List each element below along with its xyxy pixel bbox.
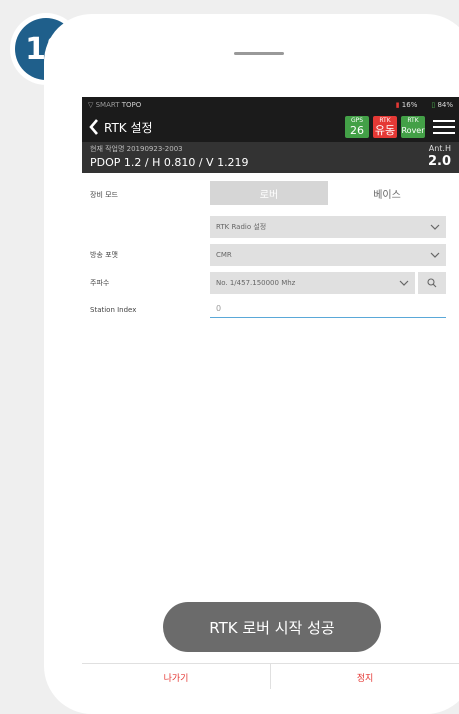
success-toast: RTK 로버 시작 성공 xyxy=(163,602,381,652)
gps-badge[interactable]: GPS 26 xyxy=(345,116,369,138)
info-bar: 현재 작업명 20190923-2003 PDOP 1.2 / H 0.810 … xyxy=(82,142,459,173)
format-value: CMR xyxy=(216,251,232,259)
mode-segmented-control: 로버 베이스 xyxy=(210,181,446,205)
mode-rover-button[interactable]: 로버 xyxy=(210,181,328,205)
status-app-title: TOPO xyxy=(121,100,142,109)
phone-speaker xyxy=(234,52,284,55)
search-icon xyxy=(427,278,437,288)
back-arrow-icon[interactable] xyxy=(86,117,102,137)
mode-label: 장비 모드 xyxy=(90,191,118,199)
frequency-dropdown[interactable]: No. 1/457.150000 Mhz xyxy=(210,272,415,294)
frequency-value: No. 1/457.150000 Mhz xyxy=(216,279,296,287)
battery-icon: ▯ xyxy=(431,100,436,109)
antenna-height-value: 2.0 xyxy=(427,154,451,169)
rtk-status-badge[interactable]: RTK 유동 xyxy=(373,116,397,138)
signal-icon: ▽ xyxy=(88,100,96,109)
station-index-input[interactable]: 0 xyxy=(210,300,446,318)
bottom-action-bar: 나가기 정지 xyxy=(82,663,459,689)
antenna-height-label: Ant.H xyxy=(428,144,451,153)
radio-setting-dropdown[interactable]: RTK Radio 설정 xyxy=(210,216,446,238)
battery2-text: 84% xyxy=(437,100,453,109)
exit-button[interactable]: 나가기 xyxy=(82,664,271,689)
status-bar: ▽ SMART TOPO ▮ 16% ▯ 84% xyxy=(82,97,459,112)
gps-badge-value: 26 xyxy=(350,124,364,137)
status-battery-1: ▮ 16% xyxy=(396,101,418,109)
frequency-label: 주파수 xyxy=(90,279,110,287)
chevron-down-icon xyxy=(430,250,440,260)
rtk-mode-label: RTK xyxy=(407,117,419,124)
toolbar: RTK 설정 GPS 26 RTK 유동 RTK Rover xyxy=(82,112,459,142)
format-label: 방송 포맷 xyxy=(90,251,118,259)
battery-low-icon: ▮ xyxy=(395,100,400,109)
status-battery-2: ▯ 84% xyxy=(431,101,453,109)
format-dropdown[interactable]: CMR xyxy=(210,244,446,266)
hamburger-menu-icon[interactable] xyxy=(433,116,455,138)
job-name: 현재 작업명 20190923-2003 xyxy=(90,145,183,153)
page-title: RTK 설정 xyxy=(104,120,153,135)
stop-button[interactable]: 정지 xyxy=(271,664,459,689)
app-screen: ▽ SMART TOPO ▮ 16% ▯ 84% RTK 설정 GPS 26 R… xyxy=(82,97,459,689)
frequency-search-button[interactable] xyxy=(418,272,446,294)
rtk-form: 장비 모드 로버 베이스 RTK Radio 설정 방송 포맷 CMR 주파수 … xyxy=(82,173,459,643)
rtk-status-value: 유동 xyxy=(374,124,396,137)
status-app-prefix: SMART xyxy=(95,100,120,109)
battery1-text: 16% xyxy=(401,100,418,109)
mode-base-button[interactable]: 베이스 xyxy=(328,181,446,205)
chevron-down-icon xyxy=(399,278,409,288)
chevron-down-icon xyxy=(430,222,440,232)
status-app-name: ▽ SMART TOPO xyxy=(88,101,388,109)
station-index-label: Station Index xyxy=(90,306,137,314)
radio-setting-text: RTK Radio 설정 xyxy=(216,223,267,231)
dop-readout: PDOP 1.2 / H 0.810 / V 1.219 xyxy=(90,156,249,169)
rtk-mode-value: Rover xyxy=(401,126,425,135)
rtk-mode-badge[interactable]: RTK Rover xyxy=(401,116,425,138)
